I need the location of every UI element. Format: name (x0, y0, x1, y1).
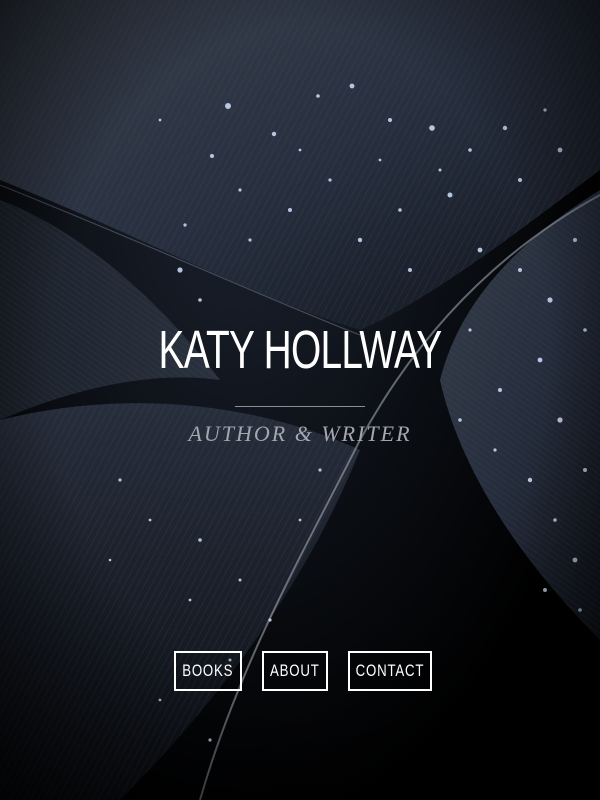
books-button[interactable]: BOOKS (173, 651, 242, 691)
about-button-label: ABOUT (269, 661, 320, 680)
author-name-title: KATY HOLLWAY (158, 320, 442, 380)
landing-page: KATY HOLLWAY AUTHOR & WRITER BOOKS ABOUT… (0, 0, 600, 800)
main-navigation: BOOKS ABOUT CONTACT (0, 651, 600, 691)
hero-section: KATY HOLLWAY AUTHOR & WRITER (0, 320, 600, 447)
contact-button[interactable]: CONTACT (347, 651, 432, 691)
books-button-label: BOOKS (181, 661, 234, 680)
author-tagline: AUTHOR & WRITER (188, 421, 412, 446)
about-button[interactable]: ABOUT (261, 651, 328, 691)
title-divider (235, 406, 365, 407)
contact-button-label: CONTACT (355, 661, 424, 680)
